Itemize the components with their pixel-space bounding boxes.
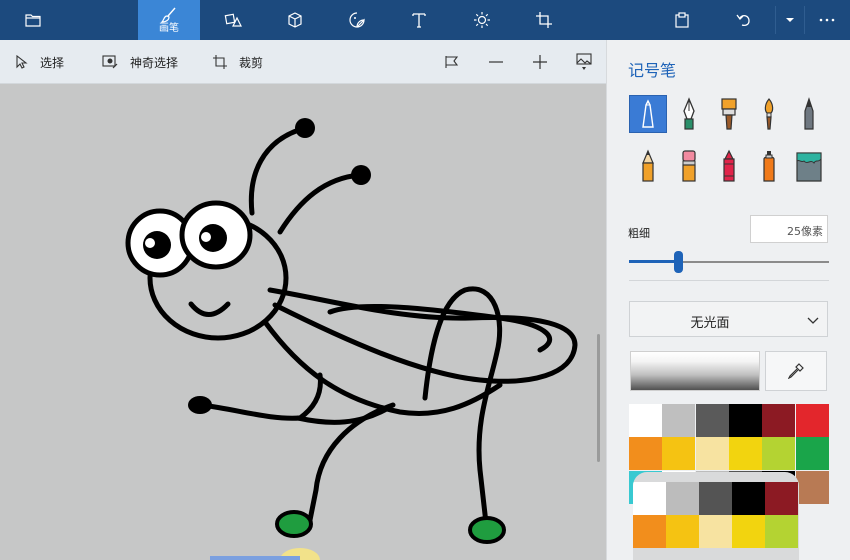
eyedropper-icon [788,363,804,379]
shapes-2d-icon[interactable] [218,0,248,40]
toolbar-divider [775,6,776,34]
recent-color-swatch[interactable] [633,515,666,548]
flag-icon[interactable] [441,40,463,84]
spray-can-icon[interactable] [750,147,788,185]
crop-icon[interactable] [529,0,559,40]
canvas-toolbar: 选择 神奇选择 裁剪 [0,40,606,84]
color-swatch[interactable] [795,470,829,504]
color-swatch[interactable] [695,404,729,437]
eraser-icon[interactable] [670,147,708,185]
thickness-slider-thumb[interactable] [674,251,683,273]
drawing-canvas[interactable] [0,84,606,560]
color-swatch[interactable] [762,437,796,471]
recent-color-swatch[interactable] [765,482,798,515]
recent-color-swatch[interactable] [732,482,765,515]
crop-button[interactable]: 裁剪 [213,40,263,84]
recent-colors-overlay [633,472,799,560]
paste-icon[interactable] [667,0,697,40]
crop-label: 裁剪 [239,55,264,70]
color-swatch[interactable] [728,437,762,471]
magic-select-icon [102,55,118,69]
more-icon[interactable] [812,0,842,40]
recent-color-swatch[interactable] [699,515,732,548]
color-swatch[interactable] [662,404,696,437]
eyedropper-button[interactable] [765,351,827,391]
panel-title: 记号笔 [628,61,677,80]
chevron-down-icon [807,314,819,329]
recent-color-swatch[interactable] [732,515,765,548]
marker-brush-icon[interactable] [629,95,667,133]
color-swatch[interactable] [762,404,796,437]
oil-brush-icon[interactable] [710,95,748,133]
recent-color-swatch[interactable] [765,515,798,548]
canvas-scrollbar[interactable] [597,334,600,462]
magic-select-button[interactable]: 神奇选择 [102,40,178,84]
recent-color-swatch[interactable] [666,482,699,515]
zoom-out-icon[interactable] [485,40,507,84]
finish-dropdown[interactable]: 无光面 [629,301,828,337]
toolbar-divider [804,6,805,34]
zoom-in-icon[interactable] [529,40,551,84]
magic-select-label: 神奇选择 [130,55,179,70]
cube-icon[interactable] [280,0,310,40]
brush-icon [161,7,176,23]
select-button[interactable]: 选择 [16,40,64,84]
select-label: 选择 [40,55,65,70]
color-swatch[interactable] [795,404,829,437]
top-toolbar: 画笔 [0,0,850,40]
image-view-icon[interactable] [573,40,595,84]
color-swatch[interactable] [695,437,729,471]
thickness-label: 粗细 [628,227,650,240]
recent-color-swatch[interactable] [633,482,666,515]
tab-brushes-label: 画笔 [159,22,179,34]
effects-icon[interactable] [467,0,497,40]
finish-dropdown-value: 无光面 [690,316,730,331]
more-dropdown-icon[interactable] [778,0,802,40]
color-swatch[interactable] [728,404,762,437]
pencil-icon[interactable] [629,147,667,185]
recent-color-swatch[interactable] [666,515,699,548]
color-swatch[interactable] [629,404,662,437]
color-swatch[interactable] [629,437,662,471]
grasshopper-drawing [125,118,578,560]
color-swatch[interactable] [662,437,696,471]
calligraphy-pen-icon[interactable] [670,95,708,133]
undo-icon[interactable] [729,0,759,40]
text-icon[interactable] [404,0,434,40]
recent-color-swatch[interactable] [699,482,732,515]
cursor-icon [16,55,28,69]
tab-brushes[interactable]: 画笔 [138,0,200,40]
crop-icon [213,55,227,69]
fill-bucket-icon[interactable] [790,147,828,185]
watercolor-brush-icon[interactable] [750,95,788,133]
folder-icon[interactable] [18,0,48,40]
thickness-input[interactable]: 25像素 [750,215,828,243]
thickness-slider-fill [629,260,679,263]
color-swatch[interactable] [795,437,829,471]
pixel-pen-icon[interactable] [790,95,828,133]
sticker-icon[interactable] [342,0,372,40]
current-color-swatch[interactable] [630,351,760,391]
divider [629,280,829,281]
crayon-icon[interactable] [710,147,748,185]
